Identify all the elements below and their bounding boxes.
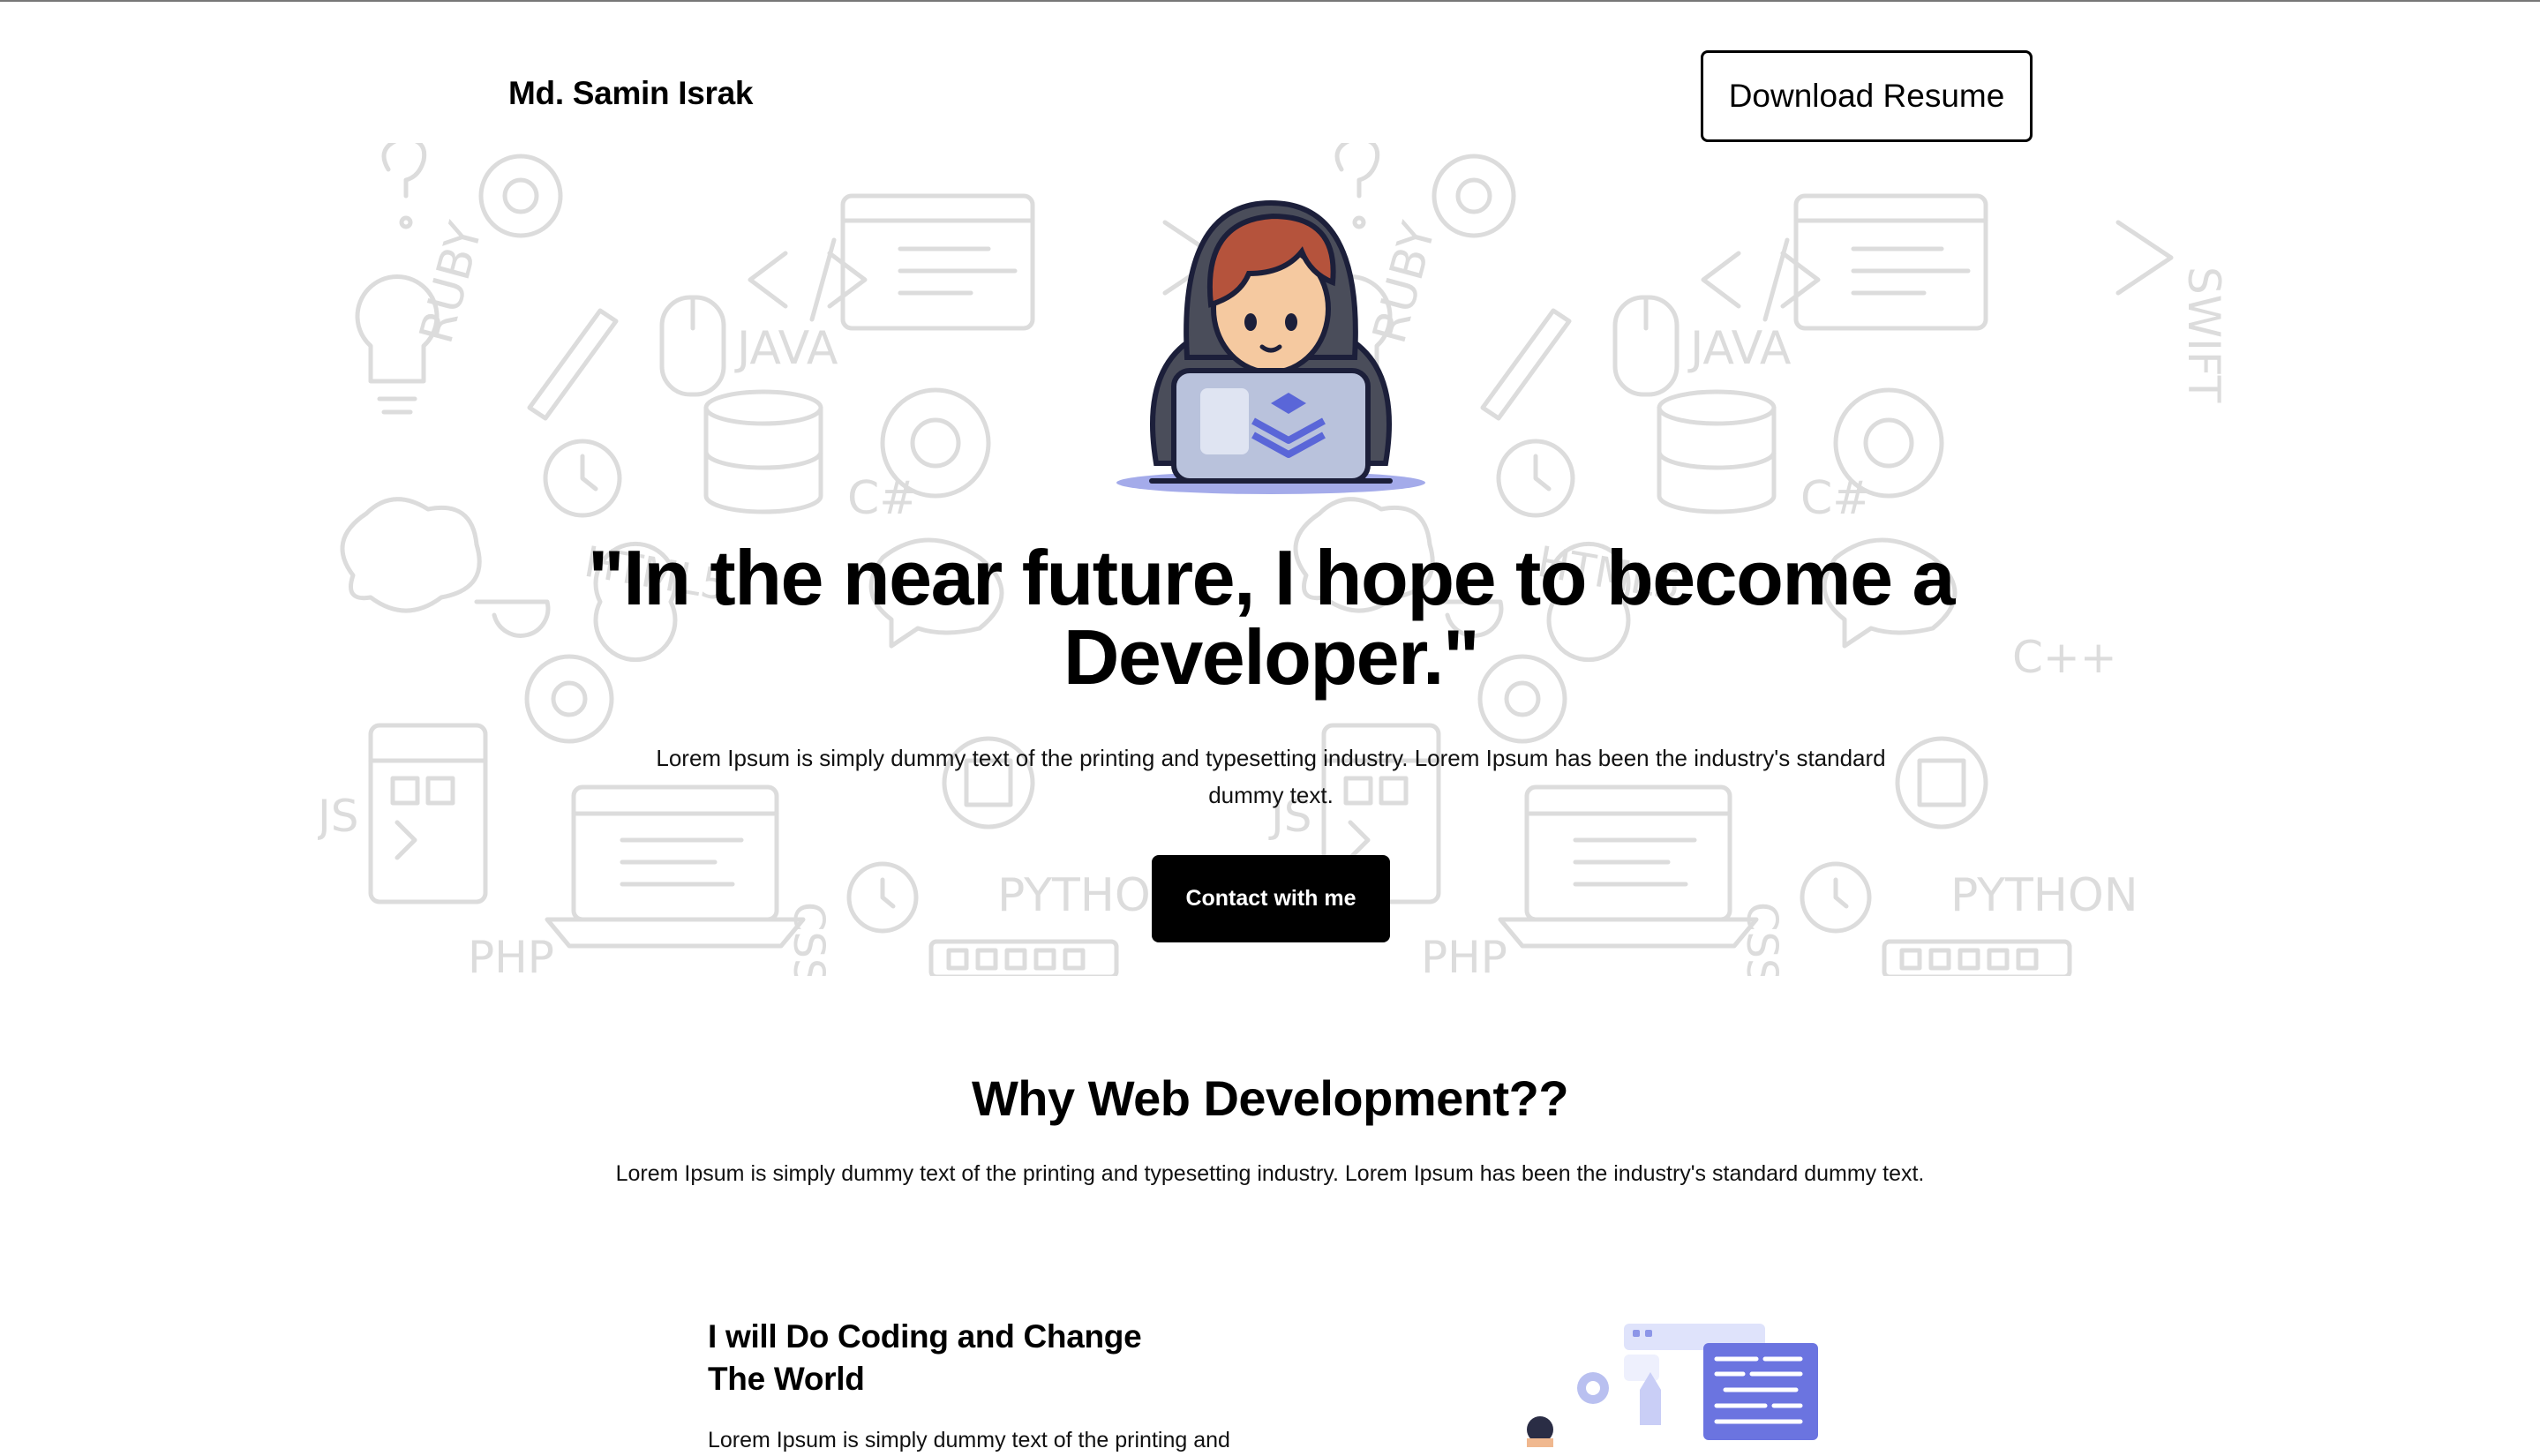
java-label: JAVA xyxy=(734,322,838,375)
js-label: JS xyxy=(318,791,358,842)
ruby-label: RUBY xyxy=(410,217,493,349)
coding-illustration xyxy=(1527,1324,1818,1447)
brand-name[interactable]: Md. Samin Israk xyxy=(508,75,754,112)
download-resume-button[interactable]: Download Resume xyxy=(1701,50,2033,142)
feature-title: I will Do Coding and Change The World xyxy=(708,1318,1142,1397)
feature-description: Lorem Ipsum is simply dummy text of the … xyxy=(708,1428,1230,1452)
developer-laptop-illustration xyxy=(1116,199,1425,494)
top-border xyxy=(0,0,2540,2)
php-label: PHP xyxy=(468,932,554,976)
csharp-label: C# xyxy=(847,472,918,525)
swift-label: SWIFT xyxy=(2178,266,2224,403)
why-section-title: Why Web Development?? xyxy=(971,1070,1569,1126)
why-section-description: Lorem Ipsum is simply dummy text of the … xyxy=(615,1161,1925,1186)
css3-label: CSS3 xyxy=(784,902,833,976)
hero-title: "In the near future, I hope to become a … xyxy=(588,534,1955,701)
contact-button[interactable]: Contact with me xyxy=(1152,855,1390,942)
hero-description: Lorem Ipsum is simply dummy text of the … xyxy=(656,745,1886,808)
